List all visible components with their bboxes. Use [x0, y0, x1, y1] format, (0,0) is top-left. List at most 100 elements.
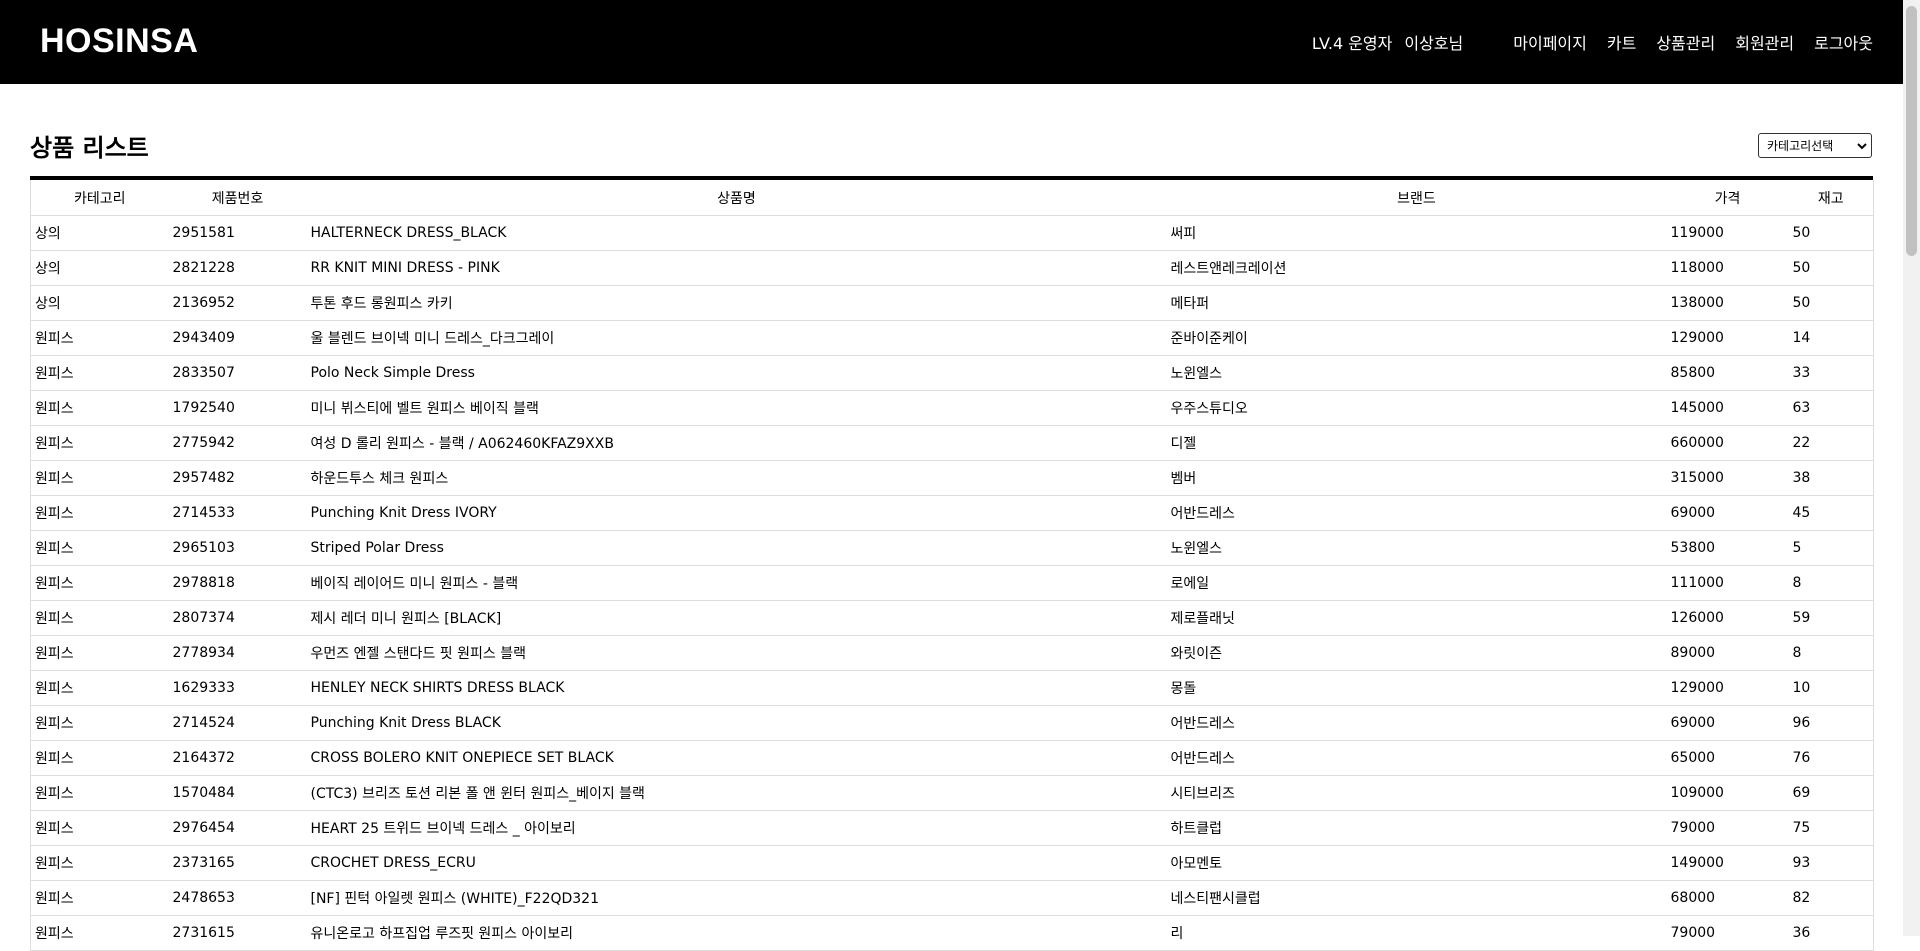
cell-product-name[interactable]: HALTERNECK DRESS_BLACK [306, 215, 1167, 251]
cell-product-name[interactable]: 베이직 레이어드 미니 원피스 - 블랙 [306, 565, 1167, 601]
header-nav: LV.4 운영자 이상호님 마이페이지 카트 상품관리 회원관리 로그아웃 [1312, 30, 1873, 54]
cell-price: 85800 [1666, 355, 1789, 391]
table-row[interactable]: 원피스 2807374 제시 레더 미니 원피스 [BLACK] 제로플래닛 12600… [30, 600, 1874, 636]
cell-stock: 96 [1788, 705, 1874, 741]
table-row[interactable]: 원피스 1629333 HENLEY NECK SHIRTS DRESS BLACK… [30, 670, 1874, 706]
table-row[interactable]: 원피스 2833507 Polo Neck Simple Dress 노윈엘스 8580… [30, 355, 1874, 391]
table-row[interactable]: 원피스 2957482 하운드투스 체크 원피스 벰버 315000 38 [30, 460, 1874, 496]
cell-brand: 우주스튜디오 [1166, 390, 1667, 426]
cell-stock: 59 [1788, 600, 1874, 636]
cell-brand: 아모멘토 [1166, 845, 1667, 881]
cell-product-name[interactable]: 제시 레더 미니 원피스 [BLACK] [306, 600, 1167, 636]
cell-product-name[interactable]: (CTC3) 브리즈 토션 리본 폴 앤 윈터 원피스_베이지 블랙 [306, 775, 1167, 811]
cell-product-name[interactable]: 여성 D 롤리 원피스 - 블랙 / A062460KFAZ9XXB [306, 425, 1167, 461]
cell-price: 89000 [1666, 635, 1789, 671]
cell-product-number: 2957482 [168, 460, 307, 496]
nav-cart-link[interactable]: 카트 [1607, 30, 1636, 54]
cell-product-name[interactable]: 우먼즈 엔젤 스탠다드 핏 원피스 블랙 [306, 635, 1167, 671]
table-row[interactable]: 원피스 2976454 HEART 25 트위드 브이넥 드레스 _ 아이보리 하트클… [30, 810, 1874, 846]
user-name-label: 이상호님 [1404, 34, 1464, 53]
table-row[interactable]: 원피스 2978818 베이직 레이어드 미니 원피스 - 블랙 로에일 111000 8 [30, 565, 1874, 601]
cell-product-number: 2821228 [168, 250, 307, 286]
cell-price: 109000 [1666, 775, 1789, 811]
table-row[interactable]: 상의 2951581 HALTERNECK DRESS_BLACK 써피 119000 5… [30, 215, 1874, 251]
cell-stock: 93 [1788, 845, 1874, 881]
cell-product-number: 2775942 [168, 425, 307, 461]
table-row[interactable]: 원피스 1570484 (CTC3) 브리즈 토션 리본 폴 앤 윈터 원피스_베이… [30, 775, 1874, 811]
logo[interactable]: HOSINSA [40, 22, 198, 61]
cell-price: 138000 [1666, 285, 1789, 321]
cell-category: 원피스 [30, 810, 169, 846]
cell-product-number: 2136952 [168, 285, 307, 321]
cell-product-number: 2951581 [168, 215, 307, 251]
table-row[interactable]: 원피스 2714533 Punching Knit Dress IVORY 어반드레스… [30, 495, 1874, 531]
cell-product-name[interactable]: 미니 뷔스티에 벨트 원피스 베이직 블랙 [306, 390, 1167, 426]
cell-product-name[interactable]: CROCHET DRESS_ECRU [306, 845, 1167, 881]
cell-price: 129000 [1666, 670, 1789, 706]
cell-product-name[interactable]: HENLEY NECK SHIRTS DRESS BLACK [306, 670, 1167, 706]
table-row[interactable]: 원피스 2943409 울 블렌드 브이넥 미니 드레스_다크그레이 준바이준케이 12… [30, 320, 1874, 356]
cell-product-name[interactable]: HEART 25 트위드 브이넥 드레스 _ 아이보리 [306, 810, 1167, 846]
cell-category: 원피스 [30, 460, 169, 496]
cell-category: 원피스 [30, 425, 169, 461]
table-row[interactable]: 원피스 2775942 여성 D 롤리 원피스 - 블랙 / A062460KFAZ… [30, 425, 1874, 461]
cell-product-number: 2478653 [168, 880, 307, 916]
column-header-price: 가격 [1666, 180, 1789, 216]
cell-price: 149000 [1666, 845, 1789, 881]
table-row[interactable]: 원피스 2778934 우먼즈 엔젤 스탠다드 핏 원피스 블랙 와릿이즌 89000 8 [30, 635, 1874, 671]
cell-category: 원피스 [30, 705, 169, 741]
cell-price: 129000 [1666, 320, 1789, 356]
cell-brand: 어반드레스 [1166, 740, 1667, 776]
cell-product-name[interactable]: 유니온로고 하프집업 루즈핏 원피스 아이보리 [306, 915, 1167, 951]
cell-category: 원피스 [30, 600, 169, 636]
cell-product-number: 2833507 [168, 355, 307, 391]
table-row[interactable]: 원피스 2731615 유니온로고 하프집업 루즈핏 원피스 아이보리 리 79000 3… [30, 915, 1874, 951]
cell-brand: 디젤 [1166, 425, 1667, 461]
cell-product-name[interactable]: 울 블렌드 브이넥 미니 드레스_다크그레이 [306, 320, 1167, 356]
cell-stock: 5 [1788, 530, 1874, 566]
nav-logout-link[interactable]: 로그아웃 [1814, 30, 1873, 54]
nav-member-management-link[interactable]: 회원관리 [1735, 30, 1794, 54]
cell-product-name[interactable]: Punching Knit Dress IVORY [306, 495, 1167, 531]
cell-brand: 로에일 [1166, 565, 1667, 601]
cell-price: 145000 [1666, 390, 1789, 426]
table-row[interactable]: 원피스 2714524 Punching Knit Dress BLACK 어반드레스… [30, 705, 1874, 741]
cell-product-number: 2373165 [168, 845, 307, 881]
cell-product-name[interactable]: Polo Neck Simple Dress [306, 355, 1167, 391]
table-row[interactable]: 원피스 2965103 Striped Polar Dress 노윈엘스 53800 5 [30, 530, 1874, 566]
cell-stock: 63 [1788, 390, 1874, 426]
column-header-category: 카테고리 [30, 180, 169, 216]
cell-product-number: 1792540 [168, 390, 307, 426]
cell-product-name[interactable]: CROSS BOLERO KNIT ONEPIECE SET BLACK [306, 740, 1167, 776]
table-row[interactable]: 원피스 2164372 CROSS BOLERO KNIT ONEPIECE SET… [30, 740, 1874, 776]
column-header-product-number: 제품번호 [168, 180, 307, 216]
top-navigation-bar: HOSINSA LV.4 운영자 이상호님 마이페이지 카트 상품관리 회원관리… [0, 0, 1903, 84]
table-row[interactable]: 원피스 2478653 [NF] 핀턱 아일렛 원피스 (WHITE)_F22QD3… [30, 880, 1874, 916]
cell-product-name[interactable]: RR KNIT MINI DRESS - PINK [306, 250, 1167, 286]
cell-product-name[interactable]: Punching Knit Dress BLACK [306, 705, 1167, 741]
cell-product-number: 2164372 [168, 740, 307, 776]
nav-mypage-link[interactable]: 마이페이지 [1513, 30, 1587, 54]
column-header-product-name: 상품명 [306, 180, 1167, 216]
table-row[interactable]: 원피스 1792540 미니 뷔스티에 벨트 원피스 베이직 블랙 우주스튜디오 145… [30, 390, 1874, 426]
cell-price: 111000 [1666, 565, 1789, 601]
cell-product-number: 2778934 [168, 635, 307, 671]
category-select[interactable]: 카테고리선택 [1758, 133, 1872, 158]
vertical-scrollbar[interactable] [1903, 0, 1920, 936]
cell-product-name[interactable]: 투톤 후드 롱원피스 카키 [306, 285, 1167, 321]
table-row[interactable]: 상의 2136952 투톤 후드 롱원피스 카키 메타퍼 138000 50 [30, 285, 1874, 321]
scrollbar-thumb[interactable] [1906, 6, 1917, 256]
cell-product-name[interactable]: [NF] 핀턱 아일렛 원피스 (WHITE)_F22QD321 [306, 880, 1167, 916]
table-row[interactable]: 원피스 2373165 CROCHET DRESS_ECRU 아모멘토 149000 93 [30, 845, 1874, 881]
cell-brand: 제로플래닛 [1166, 600, 1667, 636]
table-row[interactable]: 상의 2821228 RR KNIT MINI DRESS - PINK 레스트앤레크… [30, 250, 1874, 286]
cell-price: 315000 [1666, 460, 1789, 496]
nav-product-management-link[interactable]: 상품관리 [1656, 30, 1715, 54]
cell-stock: 76 [1788, 740, 1874, 776]
cell-product-number: 2731615 [168, 915, 307, 951]
cell-price: 79000 [1666, 915, 1789, 951]
cell-brand: 노윈엘스 [1166, 355, 1667, 391]
cell-product-name[interactable]: Striped Polar Dress [306, 530, 1167, 566]
cell-brand: 벰버 [1166, 460, 1667, 496]
cell-product-name[interactable]: 하운드투스 체크 원피스 [306, 460, 1167, 496]
